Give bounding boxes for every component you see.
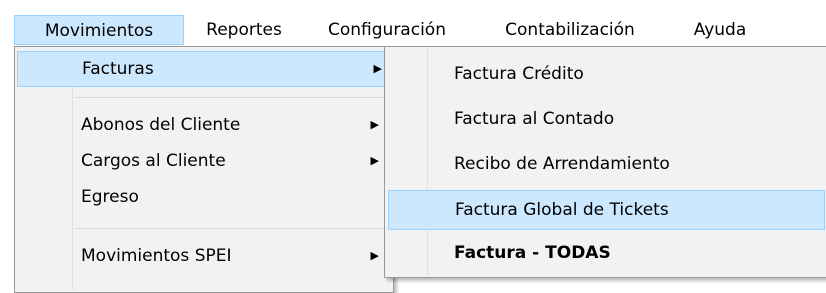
submenu-item-recibo-de-arrendamiento[interactable]: Recibo de Arrendamiento: [388, 147, 825, 183]
movimientos-dropdown: Facturas ▶ Abonos del Cliente ▶ Cargos a…: [14, 46, 397, 293]
submenu-item-factura-credito[interactable]: Factura Crédito: [388, 57, 825, 93]
submenu-item-factura-global-de-tickets[interactable]: Factura Global de Tickets: [388, 190, 825, 230]
menu-item-abonos-del-cliente-label: Abonos del Cliente: [81, 115, 241, 135]
menu-item-facturas-label: Facturas: [82, 59, 154, 79]
menu-movimientos[interactable]: Movimientos: [14, 15, 184, 45]
menu-item-facturas[interactable]: Facturas ▶: [17, 51, 397, 87]
menu-item-cargos-al-cliente[interactable]: Cargos al Cliente ▶: [17, 144, 391, 180]
submenu-item-recibo-de-arrendamiento-label: Recibo de Arrendamiento: [454, 154, 670, 174]
menu-configuracion-label: Configuración: [328, 20, 446, 40]
menu-separator: [75, 97, 391, 98]
menu-bar: Movimientos Reportes Configuración Conta…: [0, 0, 826, 45]
menu-item-movimientos-spei-label: Movimientos SPEI: [81, 246, 232, 266]
menu-reportes[interactable]: Reportes: [188, 15, 300, 45]
menu-ayuda[interactable]: Ayuda: [672, 15, 768, 45]
menu-separator: [75, 228, 391, 229]
menu-contabilizacion-label: Contabilización: [505, 20, 635, 40]
submenu-arrow-icon: ▶: [370, 154, 379, 167]
menu-contabilizacion[interactable]: Contabilización: [472, 15, 668, 45]
submenu-arrow-icon: ▶: [370, 118, 379, 131]
menu-item-egreso-label: Egreso: [81, 187, 139, 207]
submenu-item-factura-todas[interactable]: Factura - TODAS: [388, 236, 825, 272]
menu-item-egreso[interactable]: Egreso: [17, 180, 391, 216]
submenu-item-factura-credito-label: Factura Crédito: [454, 64, 584, 84]
submenu-item-factura-al-contado[interactable]: Factura al Contado: [388, 102, 825, 138]
submenu-item-factura-global-de-tickets-label: Factura Global de Tickets: [455, 200, 669, 220]
menu-ayuda-label: Ayuda: [693, 20, 747, 40]
submenu-item-factura-todas-label: Factura - TODAS: [454, 243, 611, 263]
submenu-arrow-icon: ▶: [370, 249, 379, 262]
submenu-item-factura-al-contado-label: Factura al Contado: [454, 109, 615, 129]
menu-configuracion[interactable]: Configuración: [304, 15, 470, 45]
menu-item-movimientos-spei[interactable]: Movimientos SPEI ▶: [17, 239, 391, 275]
menu-reportes-label: Reportes: [206, 20, 282, 40]
menu-item-cargos-al-cliente-label: Cargos al Cliente: [81, 151, 226, 171]
submenu-arrow-icon: ▶: [373, 62, 382, 75]
menu-item-abonos-del-cliente[interactable]: Abonos del Cliente ▶: [17, 108, 391, 144]
menu-movimientos-label: Movimientos: [44, 21, 154, 41]
facturas-submenu: Factura Crédito Factura al Contado Recib…: [384, 46, 826, 278]
